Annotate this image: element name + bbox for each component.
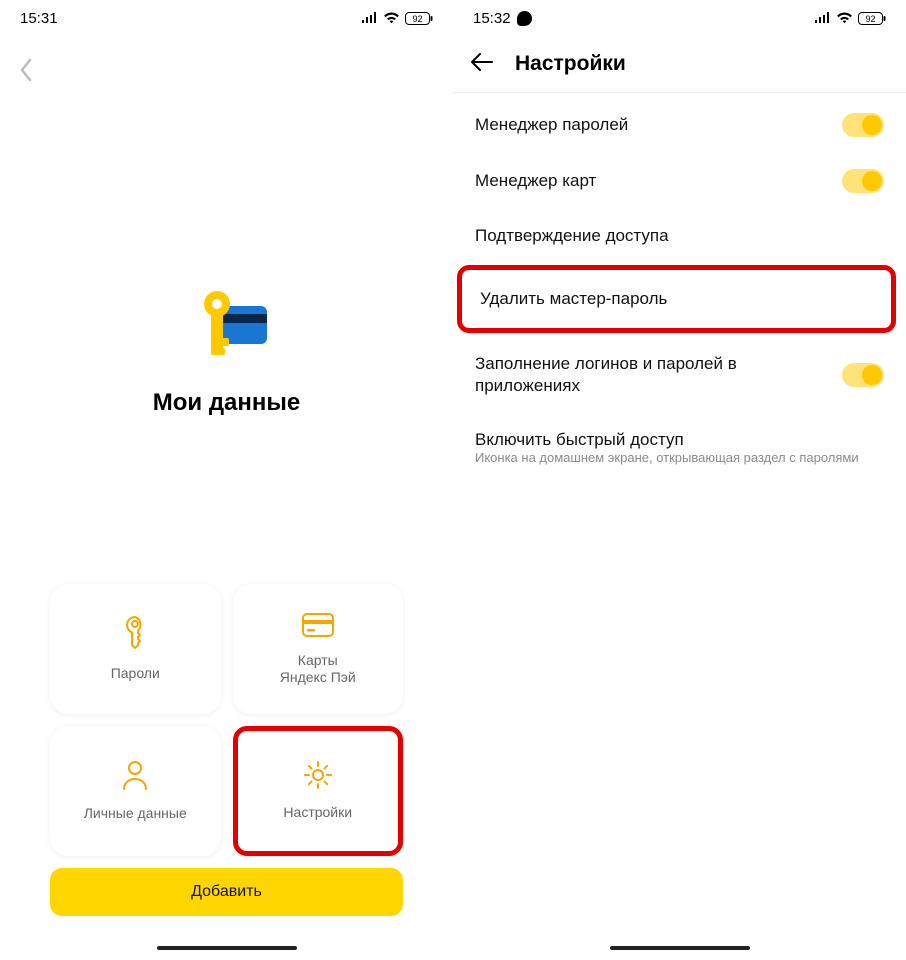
row-card-manager[interactable]: Менеджер карт xyxy=(453,153,906,209)
screen-settings: 15:32 92 Настройки Менеджер паролей Мене… xyxy=(453,0,906,960)
toggle-on[interactable] xyxy=(842,169,884,193)
settings-list: Менеджер паролей Менеджер карт Подтвержд… xyxy=(453,93,906,481)
card-icon xyxy=(301,612,335,638)
chat-notification-icon xyxy=(517,11,532,26)
card-cards[interactable]: Карты Яндекс Пэй xyxy=(233,584,404,714)
home-indicator xyxy=(610,946,750,950)
row-label: Менеджер паролей xyxy=(475,114,830,136)
card-settings[interactable]: Настройки xyxy=(233,726,404,856)
battery-icon: 92 xyxy=(405,12,433,25)
signal-icon xyxy=(814,12,831,24)
battery-icon: 92 xyxy=(858,12,886,25)
back-button[interactable] xyxy=(471,53,493,76)
status-bar: 15:32 92 xyxy=(453,0,906,32)
wifi-icon xyxy=(383,12,400,24)
toggle-on[interactable] xyxy=(842,113,884,137)
card-personal[interactable]: Личные данные xyxy=(50,726,221,856)
row-label: Подтверждение доступа xyxy=(475,225,884,247)
screen-my-data: 15:31 92 xyxy=(0,0,453,960)
gear-icon xyxy=(303,760,333,790)
wifi-icon xyxy=(836,12,853,24)
header: Настройки xyxy=(453,32,906,93)
card-label: Пароли xyxy=(111,665,160,683)
card-label: Личные данные xyxy=(84,805,187,823)
card-label: Карты Яндекс Пэй xyxy=(280,652,356,687)
row-subtitle: Иконка на домашнем экране, открывающая р… xyxy=(453,449,906,481)
svg-text:92: 92 xyxy=(865,14,875,24)
signal-icon xyxy=(361,12,378,24)
row-delete-master-password[interactable]: Удалить мастер-пароль xyxy=(457,265,896,333)
my-data-icon xyxy=(187,286,267,366)
row-label: Включить быстрый доступ xyxy=(475,429,884,451)
status-bar: 15:31 92 xyxy=(0,0,453,32)
card-grid: Пароли Карты Яндекс Пэй Личные данные На… xyxy=(50,584,403,856)
key-icon xyxy=(121,615,149,651)
row-label: Менеджер карт xyxy=(475,170,830,192)
row-confirm-access[interactable]: Подтверждение доступа xyxy=(453,209,906,263)
header-title: Настройки xyxy=(515,52,626,76)
row-label: Удалить мастер-пароль xyxy=(480,288,873,310)
add-button[interactable]: Добавить xyxy=(50,868,403,916)
person-icon xyxy=(121,759,149,791)
status-time: 15:32 xyxy=(473,10,511,27)
hero: Мои данные xyxy=(0,286,453,417)
home-indicator xyxy=(157,946,297,950)
status-icons: 92 xyxy=(814,12,886,25)
hero-title: Мои данные xyxy=(0,389,453,417)
row-label: Заполнение логинов и паролей в приложени… xyxy=(475,353,830,397)
row-password-manager[interactable]: Менеджер паролей xyxy=(453,97,906,153)
back-button[interactable] xyxy=(10,54,42,86)
row-autofill-apps[interactable]: Заполнение логинов и паролей в приложени… xyxy=(453,337,906,413)
status-icons: 92 xyxy=(361,12,433,25)
card-label: Настройки xyxy=(283,804,352,822)
toggle-on[interactable] xyxy=(842,363,884,387)
card-passwords[interactable]: Пароли xyxy=(50,584,221,714)
status-time: 15:31 xyxy=(20,10,58,27)
svg-text:92: 92 xyxy=(412,14,422,24)
